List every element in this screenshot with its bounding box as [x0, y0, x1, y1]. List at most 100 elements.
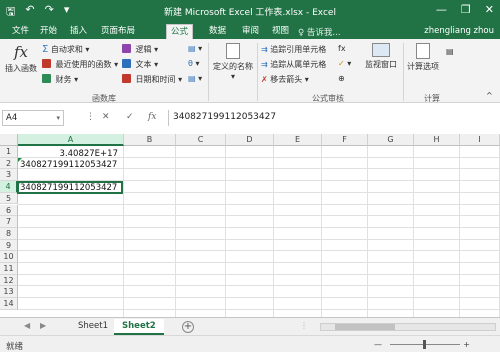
group-separator: [208, 43, 209, 101]
zoom-slider-thumb[interactable]: [423, 340, 426, 349]
recent-functions-button[interactable]: 最近使用的函数 ▾: [42, 59, 118, 70]
zoom-in-icon[interactable]: +: [463, 340, 470, 349]
row-header-2[interactable]: 2: [0, 157, 18, 170]
add-sheet-button[interactable]: +: [182, 321, 194, 333]
formula-input[interactable]: 340827199112053427: [168, 110, 498, 126]
defined-names-button[interactable]: 定义的名称 ▾: [212, 43, 254, 81]
cell-a2[interactable]: 340827199112053427: [20, 160, 117, 171]
calculation-options-label: 计算选项: [407, 62, 439, 71]
tab-insert[interactable]: 插入: [66, 24, 91, 39]
row-header-7[interactable]: 7: [0, 216, 18, 228]
row-header-8[interactable]: 8: [0, 227, 18, 240]
column-header-i[interactable]: I: [460, 134, 500, 146]
formula-bar-separator-icon: ⋮: [86, 112, 95, 122]
user-name[interactable]: zhengliang zhou: [424, 26, 494, 36]
calculate-now-button[interactable]: ▤: [446, 47, 454, 56]
autosum-label: 自动求和: [50, 45, 83, 54]
worksheet-grid[interactable]: ABCDEFGHI 1 2 3 4 5 6 7 8 9 10 11 12 13 14 3.40827E+1…: [0, 134, 500, 317]
window-controls: — ❐ ✕: [436, 3, 494, 16]
row-gridline: [18, 308, 500, 310]
error-checking-button[interactable]: ✓ ▾: [338, 59, 351, 68]
column-header-b[interactable]: B: [124, 134, 176, 146]
minimize-icon[interactable]: —: [436, 3, 447, 16]
name-box[interactable]: A4 ▾: [2, 110, 64, 126]
zoom-out-icon[interactable]: —: [374, 340, 382, 349]
insert-function-button[interactable]: fx 插入函数: [4, 43, 38, 74]
row-header-14[interactable]: 14: [0, 298, 18, 310]
row-gridline: [18, 238, 500, 240]
tab-view[interactable]: 视图: [268, 24, 293, 39]
select-all-corner[interactable]: [0, 134, 18, 146]
ribbon-tab-row: 文件 开始 插入 页面布局 公式 数据 审阅 视图 ♀ 告诉我... zheng…: [0, 22, 500, 39]
show-formulas-button[interactable]: fx: [338, 44, 346, 53]
row-gridline: [18, 250, 500, 252]
cell-a1[interactable]: 3.40827E+17: [18, 149, 121, 160]
watch-window-button[interactable]: 监视窗口: [362, 43, 400, 70]
row-gridline: [18, 203, 500, 205]
tab-split-handle-icon[interactable]: ⋮: [300, 321, 308, 330]
evaluate-formula-button[interactable]: ⊕: [338, 74, 345, 83]
more-functions-button[interactable]: ▤ ▾: [188, 74, 202, 83]
financial-button[interactable]: 财务 ▾: [42, 74, 78, 85]
column-header-h[interactable]: H: [414, 134, 460, 146]
column-header-e[interactable]: E: [274, 134, 322, 146]
prev-sheet-icon[interactable]: ◀: [24, 321, 30, 330]
column-header-f[interactable]: F: [322, 134, 368, 146]
cancel-entry-icon[interactable]: ✕: [102, 112, 110, 122]
name-box-dropdown-icon[interactable]: ▾: [56, 111, 60, 125]
row-header-6[interactable]: 6: [0, 204, 18, 217]
calculate-now-icon: ▤: [446, 47, 454, 56]
column-gridline: [321, 146, 322, 317]
remove-arrows-button[interactable]: ✗ 移去箭头 ▾: [261, 74, 309, 85]
tab-page-layout[interactable]: 页面布局: [97, 24, 139, 39]
tab-home[interactable]: 开始: [36, 24, 61, 39]
column-header-a[interactable]: A: [18, 134, 124, 146]
trace-precedents-button[interactable]: ⇉ 追踪引用单元格: [261, 44, 326, 55]
text-button[interactable]: 文本 ▾: [122, 59, 158, 70]
star-icon: [42, 59, 51, 68]
window-title: 新建 Microsoft Excel 工作表.xlsx - Excel: [164, 8, 336, 18]
tab-review[interactable]: 审阅: [238, 24, 263, 39]
math-trig-button[interactable]: θ ▾: [188, 59, 199, 68]
row-header-9[interactable]: 9: [0, 239, 18, 252]
trace-dependents-button[interactable]: ⇉ 追踪从属单元格: [261, 59, 326, 70]
financial-icon: [42, 74, 51, 83]
column-header-d[interactable]: D: [226, 134, 274, 146]
evaluate-icon: ⊕: [338, 74, 345, 83]
tab-formulas[interactable]: 公式: [166, 24, 194, 39]
calculation-options-button[interactable]: 计算选项: [406, 43, 440, 72]
row-header-1[interactable]: 1: [0, 146, 18, 158]
row-header-3[interactable]: 3: [0, 169, 18, 182]
row-header-11[interactable]: 11: [0, 263, 18, 275]
horizontal-scroll-thumb[interactable]: [335, 324, 395, 330]
tab-data[interactable]: 数据: [205, 24, 230, 39]
next-sheet-icon[interactable]: ▶: [40, 321, 46, 330]
tab-file[interactable]: 文件: [8, 24, 33, 39]
insert-function-icon[interactable]: fx: [148, 112, 156, 122]
collapse-ribbon-icon[interactable]: ^: [486, 91, 493, 100]
row-gridline: [18, 285, 500, 287]
row-header-13[interactable]: 13: [0, 286, 18, 299]
sheet-tab-sheet2[interactable]: Sheet2: [114, 319, 164, 335]
row-header-12[interactable]: 12: [0, 274, 18, 287]
show-formulas-icon: fx: [338, 44, 346, 53]
datetime-button[interactable]: 日期和时间 ▾: [122, 74, 182, 85]
logical-button[interactable]: 逻辑 ▾: [122, 44, 158, 55]
column-header-g[interactable]: G: [368, 134, 414, 146]
restore-icon[interactable]: ❐: [461, 3, 471, 16]
row-header-5[interactable]: 5: [0, 192, 18, 205]
tell-me-box[interactable]: ♀ 告诉我...: [298, 26, 341, 38]
sigma-icon: Σ: [42, 44, 49, 55]
sheet-tab-sheet1[interactable]: Sheet1: [70, 319, 116, 335]
horizontal-scrollbar[interactable]: [320, 323, 496, 331]
lookup-reference-button[interactable]: ▤ ▾: [188, 44, 202, 53]
autosum-button[interactable]: Σ 自动求和 ▾: [42, 44, 89, 55]
row-header-10[interactable]: 10: [0, 251, 18, 263]
column-header-c[interactable]: C: [176, 134, 226, 146]
row-header-4[interactable]: 4: [0, 181, 18, 193]
enter-entry-icon[interactable]: ✓: [126, 112, 134, 122]
column-gridline: [123, 146, 124, 317]
logical-icon: [122, 44, 131, 53]
row-gridline: [18, 226, 500, 228]
close-icon[interactable]: ✕: [485, 3, 494, 16]
